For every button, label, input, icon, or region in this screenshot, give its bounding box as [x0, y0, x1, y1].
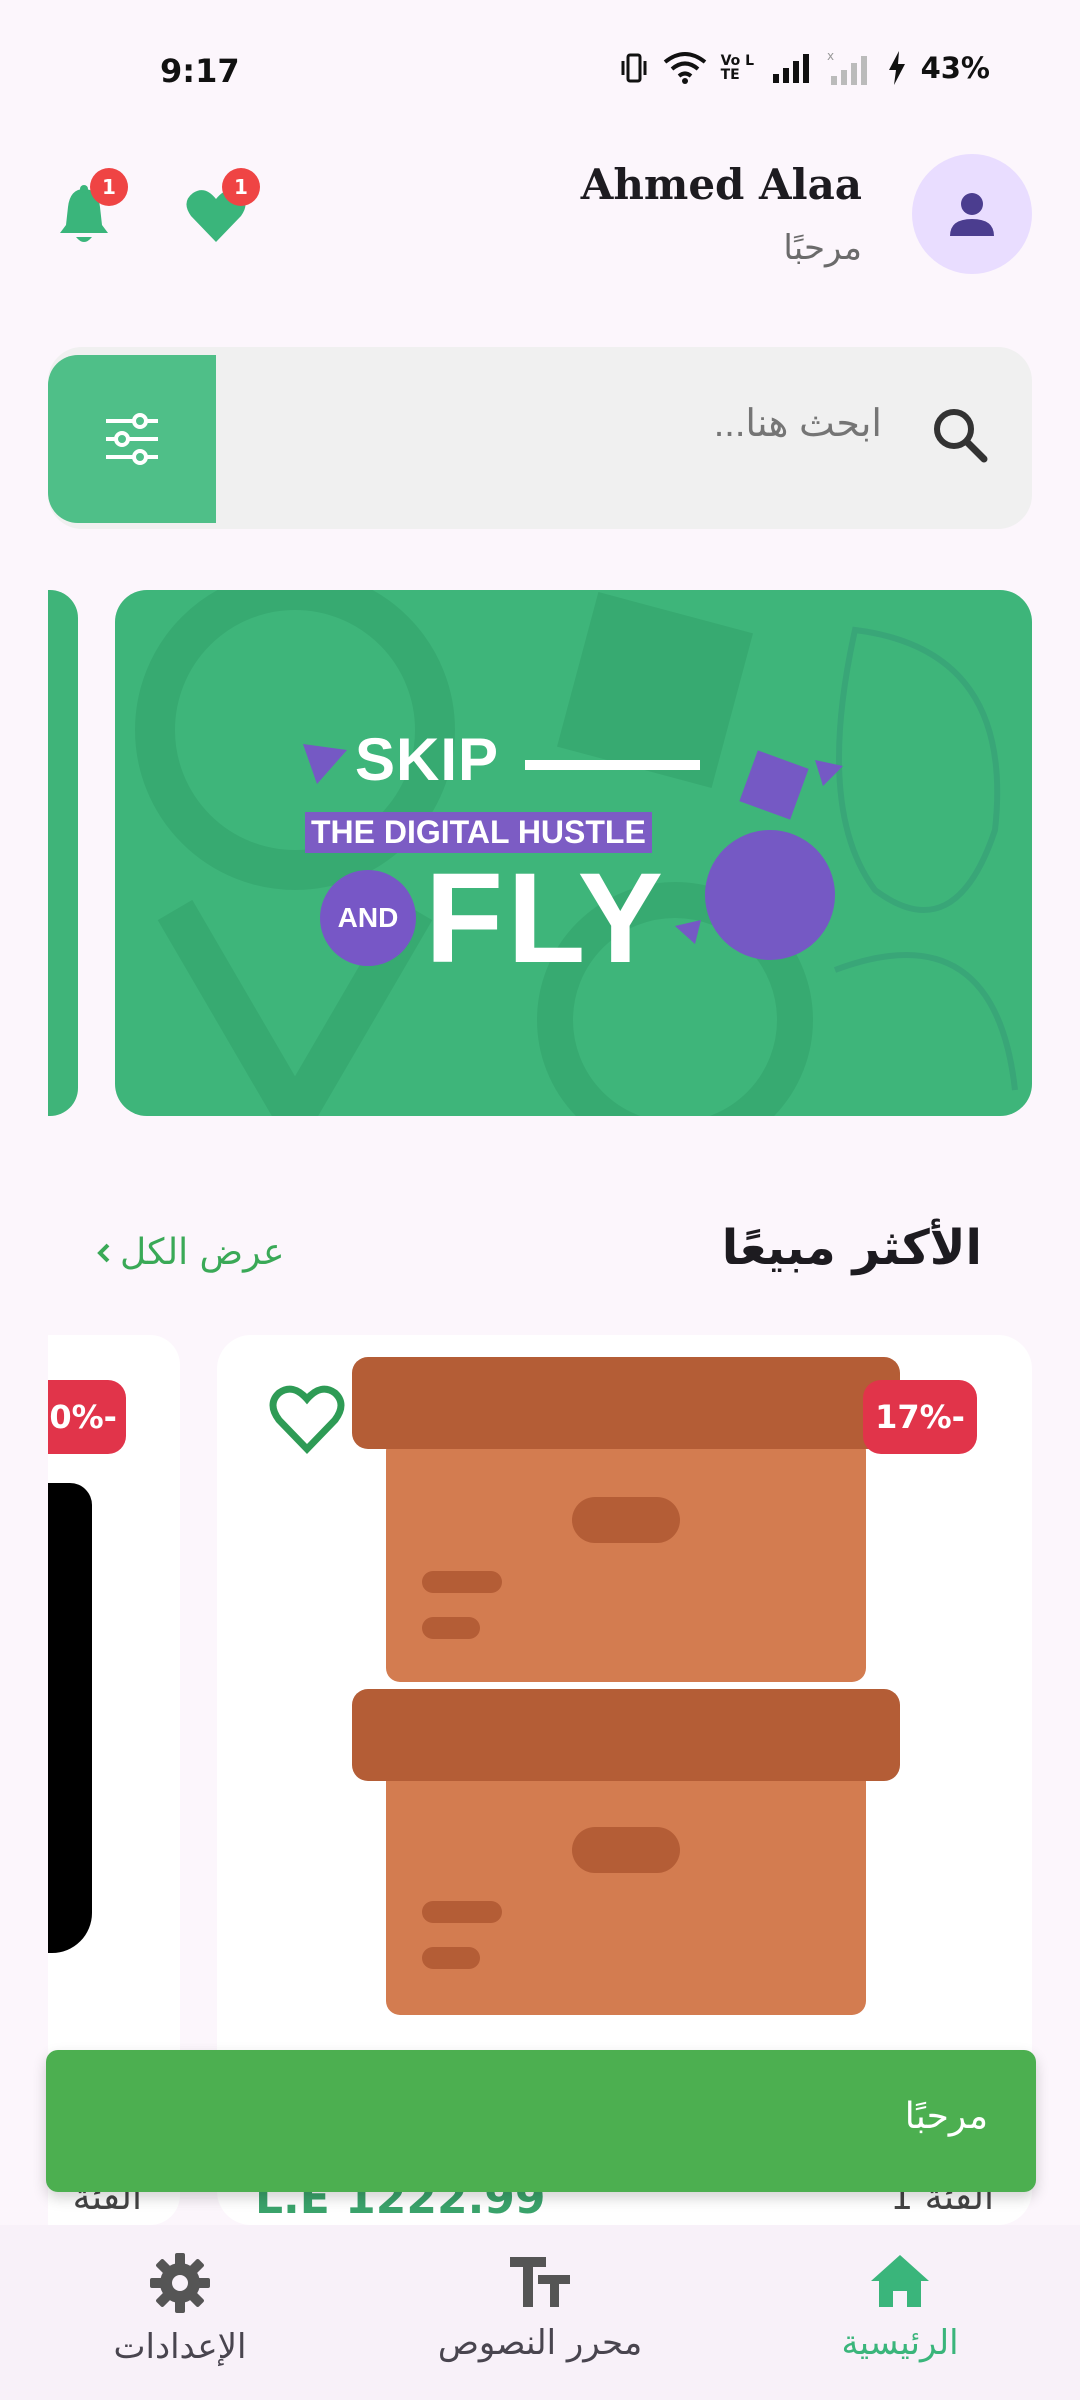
search-bar — [48, 347, 1032, 529]
svg-text:x: x — [827, 50, 834, 63]
vibrate-icon — [621, 53, 647, 83]
nav-settings-label: الإعدادات — [113, 2327, 247, 2367]
discount-badge: 17%- — [863, 1380, 977, 1454]
stacked-boxes-icon — [352, 1357, 900, 2015]
user-name: Ahmed Alaa — [580, 160, 862, 209]
signal-weak-icon: x — [827, 50, 867, 85]
nav-settings[interactable]: الإعدادات — [30, 2253, 330, 2367]
home-icon — [871, 2255, 929, 2307]
avatar[interactable] — [912, 154, 1032, 274]
volte-indicator: Vo LTE — [720, 53, 755, 83]
battery-percent: 43% — [920, 51, 990, 85]
status-bar: 9:17 Vo LTE x 43% — [0, 0, 1080, 140]
chevron-left-icon — [97, 1243, 110, 1262]
view-all-link[interactable]: عرض الكل — [96, 1232, 284, 1273]
signal-icon — [772, 54, 809, 83]
search-icon — [934, 409, 988, 463]
notifications-button[interactable]: 1 — [48, 168, 128, 252]
banner-fly-text: FLY — [425, 847, 667, 990]
user-icon — [950, 193, 994, 236]
greeting-text: مرحبًا — [783, 228, 862, 268]
notifications-badge: 1 — [90, 168, 128, 206]
status-time: 9:17 — [160, 52, 240, 90]
triangle-shape — [815, 760, 843, 786]
banner-underline — [525, 760, 700, 770]
nav-home[interactable]: الرئيسية — [750, 2253, 1050, 2363]
nav-text-editor-label: محرر النصوص — [437, 2323, 643, 2363]
snackbar: مرحبًا — [46, 2050, 1036, 2192]
discount-badge: 10%- — [48, 1380, 126, 1454]
wifi-icon — [663, 52, 706, 84]
gear-icon — [150, 2253, 210, 2313]
favorite-toggle[interactable] — [269, 1385, 345, 1459]
header: Ahmed Alaa مرحبًا 1 1 — [0, 150, 1080, 290]
nav-home-label: الرئيسية — [841, 2323, 959, 2363]
best-sellers-title: الأكثر مبيعًا — [721, 1220, 982, 1276]
circle-shape — [705, 830, 835, 960]
filter-button[interactable] — [48, 355, 216, 523]
product-image — [48, 1483, 92, 1953]
filter-sliders-icon — [106, 413, 158, 465]
favorites-button[interactable]: 1 — [180, 168, 260, 252]
banner-skip-text: SKIP — [355, 726, 500, 793]
snackbar-message: مرحبًا — [904, 2096, 988, 2137]
search-input[interactable] — [382, 403, 882, 446]
banner-and-badge: AND — [320, 870, 416, 966]
status-icons: Vo LTE x 43% — [619, 50, 990, 86]
favorites-badge: 1 — [222, 168, 260, 206]
view-all-label: عرض الكل — [120, 1232, 285, 1273]
bottom-navigation: الرئيسية محرر النصوص الإعدادات — [0, 2225, 1080, 2400]
heart-outline-icon — [269, 1385, 345, 1455]
triangle-shape — [303, 744, 347, 784]
triangle-shape — [675, 920, 701, 944]
promo-banner[interactable]: SKIP THE DIGITAL HUSTLE AND FLY — [115, 590, 1032, 1116]
charging-icon — [888, 51, 905, 85]
nav-text-editor[interactable]: محرر النصوص — [390, 2253, 690, 2363]
banner-previous-slide[interactable] — [48, 590, 78, 1116]
text-editor-icon — [510, 2257, 570, 2307]
